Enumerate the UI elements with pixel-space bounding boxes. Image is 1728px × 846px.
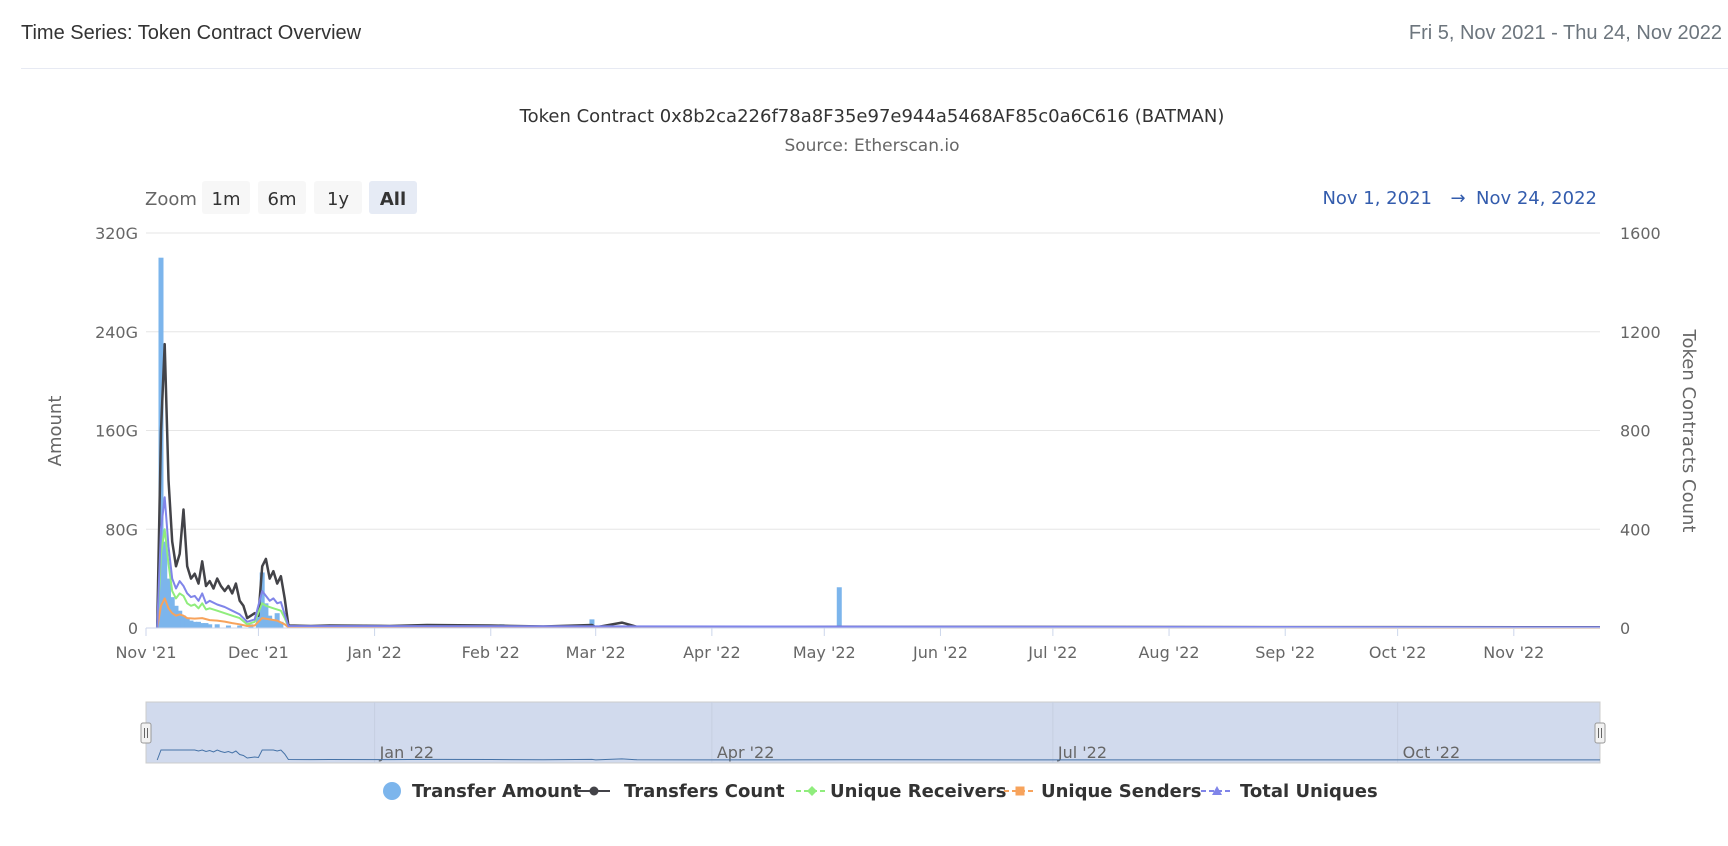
grid-lines <box>146 232 1600 530</box>
range-from-date: Nov 1, 2021 <box>1322 188 1432 209</box>
zoom-button-all-label: All <box>380 189 406 210</box>
x-tick-label: Feb '22 <box>462 643 520 662</box>
y-right-tick-label: 1600 <box>1620 224 1661 243</box>
zoom-label: Zoom <box>145 189 197 210</box>
navigator-handle-left[interactable] <box>140 722 152 744</box>
navigator-tick-label: Apr '22 <box>717 743 775 762</box>
legend-label: Total Uniques <box>1240 781 1378 802</box>
y-right-tick-label: 800 <box>1620 422 1651 441</box>
chart-subtitle: Source: Etherscan.io <box>784 136 959 156</box>
series-line-transfers-count <box>155 342 1601 629</box>
zoom-button-1m[interactable]: 1m <box>202 181 250 214</box>
x-tick-label: Dec '21 <box>228 643 289 662</box>
y-left-tick-label: 0 <box>128 619 138 638</box>
legend-item-unique-senders[interactable]: Unique Senders <box>1004 781 1201 802</box>
series-line-total-uniques <box>156 496 1601 629</box>
x-tick-label: Apr '22 <box>683 643 741 662</box>
legend-item-total-uniques[interactable]: Total Uniques <box>1201 781 1378 802</box>
legend-item-unique-receivers[interactable]: Unique Receivers <box>796 781 1006 802</box>
y-right-tick-label: 400 <box>1620 520 1651 539</box>
navigator-tick-label: Jul '22 <box>1057 743 1107 762</box>
legend-symbol <box>383 782 401 800</box>
zoom-button-6m-label: 6m <box>268 189 297 210</box>
range-arrow: → <box>1450 188 1465 209</box>
legend-symbol <box>1015 786 1025 796</box>
legend-item-transfers-count[interactable]: Transfers Count <box>578 781 785 802</box>
y-right-tick-label: 0 <box>1620 619 1630 638</box>
time-series-chart: 0 0 80G 400 160G 800 240G 1200 320G 1600 Nov '21 De… <box>45 106 1699 802</box>
range-selector[interactable]: Nov 1, 2021 → Nov 24, 2022 <box>1322 188 1597 209</box>
y-axis-right-title: Token Contracts Count <box>1678 329 1699 533</box>
range-to[interactable]: Nov 24, 2022 <box>1476 188 1597 209</box>
legend: Transfer Amount Transfers Count Unique Rec… <box>383 781 1378 802</box>
transfer-amount-bar <box>836 587 842 628</box>
navigator-mask <box>145 701 1601 764</box>
x-tick-label: Jan '22 <box>346 643 402 662</box>
y-left-tick-label: 240G <box>95 323 138 342</box>
legend-label: Unique Senders <box>1041 781 1201 802</box>
transfer-amount-bar <box>207 624 213 628</box>
legend-symbol <box>807 786 817 796</box>
x-tick-label: Aug '22 <box>1138 643 1199 662</box>
x-tick-label: Oct '22 <box>1369 643 1427 662</box>
series-lines <box>155 342 1601 629</box>
navigator-tick-label: Oct '22 <box>1403 743 1461 762</box>
legend-label: Transfers Count <box>624 781 785 802</box>
x-tick-label: Jul '22 <box>1027 643 1077 662</box>
navigator[interactable]: Jan '22 Apr '22 Jul '22 Oct '22 <box>140 701 1606 764</box>
navigator-handle-right[interactable] <box>1594 722 1606 744</box>
x-tick-label: Jun '22 <box>912 643 968 662</box>
zoom-controls: Zoom 1m 6m 1y All <box>145 181 417 214</box>
range-to-date: Nov 24, 2022 <box>1476 188 1597 209</box>
x-tick-label: Mar '22 <box>566 643 626 662</box>
x-tick-label: Nov '22 <box>1483 643 1544 662</box>
series-line-unique-receivers <box>156 528 1601 629</box>
x-tick-label: May '22 <box>793 643 856 662</box>
zoom-button-1y-label: 1y <box>327 189 349 210</box>
series-line-unique-senders <box>156 597 1601 629</box>
zoom-button-all[interactable]: All <box>369 181 417 214</box>
zoom-button-6m[interactable]: 6m <box>258 181 306 214</box>
transfer-amount-bar <box>214 624 220 628</box>
y-axis-left-title: Amount <box>45 396 66 467</box>
chart-title: Token Contract 0x8b2ca226f78a8F35e97e944… <box>519 106 1225 127</box>
axes: 0 0 80G 400 160G 800 240G 1200 320G 1600 Nov '21 De… <box>95 224 1661 662</box>
y-left-tick-label: 160G <box>95 422 138 441</box>
y-left-tick-label: 80G <box>105 520 138 539</box>
zoom-button-1m-label: 1m <box>212 189 241 210</box>
range-from[interactable]: Nov 1, 2021 <box>1322 188 1432 209</box>
legend-label: Unique Receivers <box>830 781 1006 802</box>
legend-symbol <box>589 786 599 796</box>
x-tick-label: Sep '22 <box>1255 643 1315 662</box>
legend-label: Transfer Amount <box>412 781 582 802</box>
y-left-tick-label: 320G <box>95 224 138 243</box>
x-tick-label: Nov '21 <box>115 643 176 662</box>
y-right-tick-label: 1200 <box>1620 323 1661 342</box>
zoom-button-1y[interactable]: 1y <box>314 181 362 214</box>
legend-item-transfer-amount[interactable]: Transfer Amount <box>383 781 582 802</box>
